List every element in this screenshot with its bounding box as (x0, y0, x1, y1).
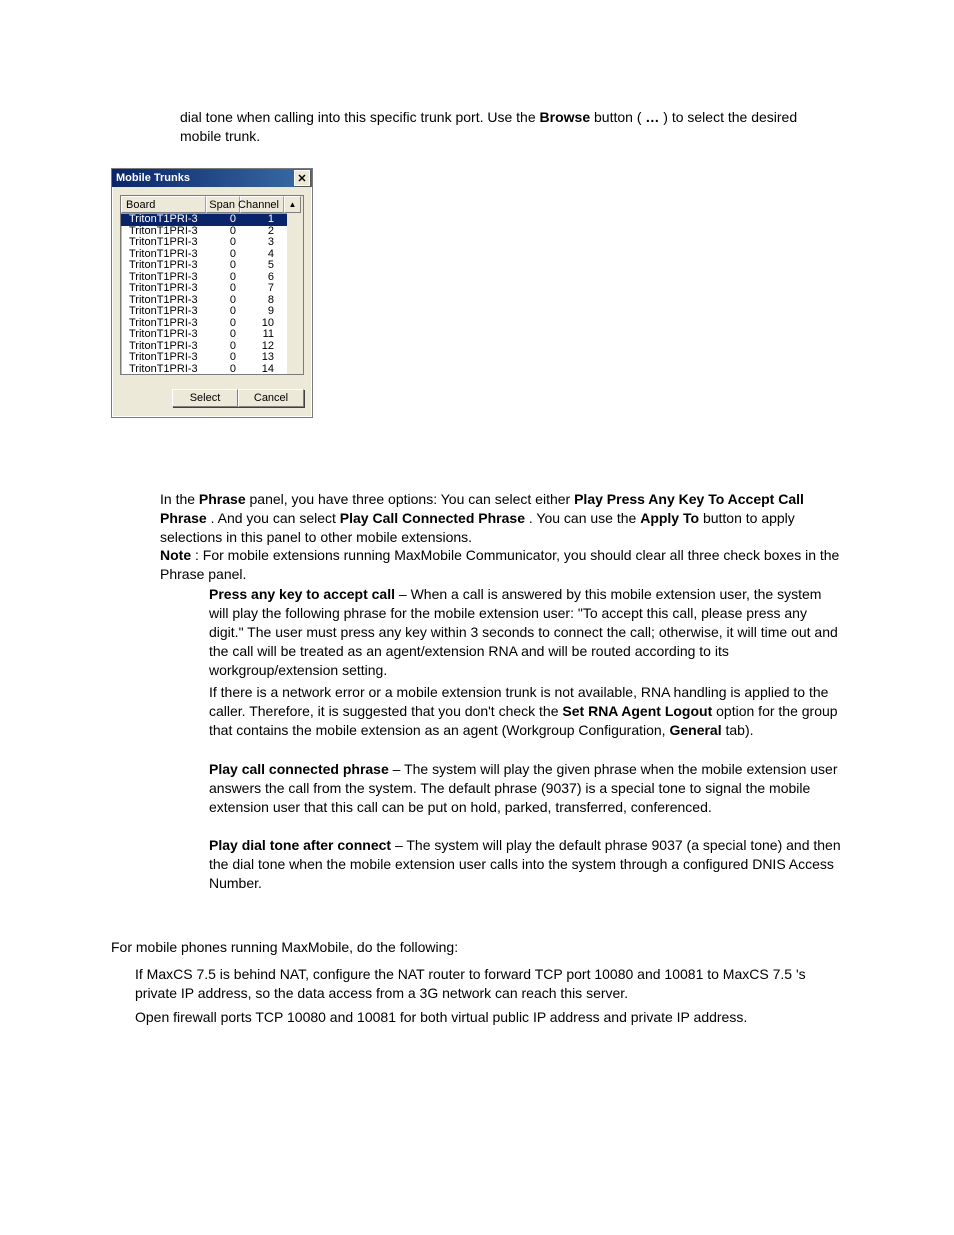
cell-channel: 14 (240, 364, 284, 376)
cell-board: TritonT1PRI-3 (121, 283, 206, 295)
list-headers: Board Span Channel ▲ (121, 196, 303, 214)
paragraph-maxmobile: For mobile phones running MaxMobile, do … (111, 938, 843, 957)
text: In the (160, 491, 199, 507)
cell-span: 0 (206, 283, 240, 295)
list-rows: TritonT1PRI-301TritonT1PRI-302TritonT1PR… (121, 214, 303, 375)
cell-channel: 9 (240, 306, 284, 318)
cell-span: 0 (206, 260, 240, 272)
paragraph-phrase-panel: In the Phrase panel, you have three opti… (160, 490, 842, 547)
close-icon[interactable] (294, 170, 310, 186)
bold: Play Call Connected Phrase (340, 510, 525, 526)
bold: Play dial tone after connect (209, 837, 391, 853)
paragraph-top: dial tone when calling into this specifi… (180, 108, 840, 146)
cell-board: TritonT1PRI-3 (121, 214, 206, 226)
bold: Apply To (640, 510, 699, 526)
scroll-up-icon[interactable]: ▲ (284, 196, 301, 213)
cell-board: TritonT1PRI-3 (121, 352, 206, 364)
cell-board: TritonT1PRI-3 (121, 306, 206, 318)
bold: Phrase (199, 491, 246, 507)
paragraph-rna: If there is a network error or a mobile … (209, 683, 843, 740)
ellipsis: … (645, 109, 659, 125)
paragraph-press-any-key: Press any key to accept call – When a ca… (209, 585, 843, 679)
bold: Press any key to accept call (209, 586, 395, 602)
cell-channel: 11 (240, 329, 284, 341)
cell-channel: 3 (240, 237, 284, 249)
paragraph-connected: Play call connected phrase – The system … (209, 760, 843, 817)
cell-span: 0 (206, 306, 240, 318)
select-button[interactable]: Select (172, 389, 238, 407)
cell-span: 0 (206, 214, 240, 226)
table-row[interactable]: TritonT1PRI-307 (121, 283, 303, 295)
mobile-trunks-dialog: Mobile Trunks Board Span Channel ▲ Trito… (111, 168, 313, 418)
note-label: Note (160, 547, 191, 563)
text: dial tone when calling into this specifi… (180, 109, 540, 125)
trunk-list[interactable]: Board Span Channel ▲ TritonT1PRI-301Trit… (120, 195, 304, 375)
cell-span: 0 (206, 237, 240, 249)
cell-board: TritonT1PRI-3 (121, 364, 206, 376)
table-row[interactable]: TritonT1PRI-309 (121, 306, 303, 318)
bold: Set RNA Agent Logout (562, 703, 712, 719)
table-row[interactable]: TritonT1PRI-305 (121, 260, 303, 272)
header-span[interactable]: Span (206, 196, 240, 213)
paragraph-firewall: Open firewall ports TCP 10080 and 10081 … (135, 1008, 843, 1027)
cell-channel: 7 (240, 283, 284, 295)
cell-channel: 4 (240, 249, 284, 261)
text: tab). (726, 722, 754, 738)
cancel-button[interactable]: Cancel (238, 389, 304, 407)
cell-span: 0 (206, 364, 240, 376)
text: . And you can select (211, 510, 340, 526)
cell-channel: 1 (240, 214, 284, 226)
bold: Play call connected phrase (209, 761, 389, 777)
scrollbar[interactable] (287, 213, 303, 374)
table-row[interactable]: TritonT1PRI-3013 (121, 352, 303, 364)
cell-channel: 10 (240, 318, 284, 330)
cell-span: 0 (206, 329, 240, 341)
cell-board: TritonT1PRI-3 (121, 237, 206, 249)
cell-board: TritonT1PRI-3 (121, 329, 206, 341)
cell-channel: 6 (240, 272, 284, 284)
table-row[interactable]: TritonT1PRI-3014 (121, 364, 303, 376)
table-row[interactable]: TritonT1PRI-3011 (121, 329, 303, 341)
text: . You can use the (529, 510, 640, 526)
text: panel, you have three options: You can s… (250, 491, 575, 507)
cell-board: TritonT1PRI-3 (121, 260, 206, 272)
cell-channel: 8 (240, 295, 284, 307)
table-row[interactable]: TritonT1PRI-301 (121, 214, 303, 226)
cell-channel: 5 (240, 260, 284, 272)
cell-channel: 13 (240, 352, 284, 364)
dialog-titlebar: Mobile Trunks (112, 169, 312, 187)
paragraph-note: Note : For mobile extensions running Max… (160, 546, 842, 584)
dialog-buttons: Select Cancel (112, 383, 312, 417)
paragraph-nat: If MaxCS 7.5 is behind NAT, configure th… (135, 965, 843, 1003)
header-board[interactable]: Board (121, 196, 206, 213)
header-channel[interactable]: Channel (240, 196, 284, 213)
dialog-title: Mobile Trunks (116, 172, 190, 184)
cell-channel: 2 (240, 226, 284, 238)
bold-browse: Browse (540, 109, 591, 125)
bold: General (669, 722, 721, 738)
text: button ( (594, 109, 645, 125)
table-row[interactable]: TritonT1PRI-303 (121, 237, 303, 249)
paragraph-dialtone: Play dial tone after connect – The syste… (209, 836, 843, 893)
text: : For mobile extensions running MaxMobil… (160, 547, 839, 582)
cell-span: 0 (206, 352, 240, 364)
